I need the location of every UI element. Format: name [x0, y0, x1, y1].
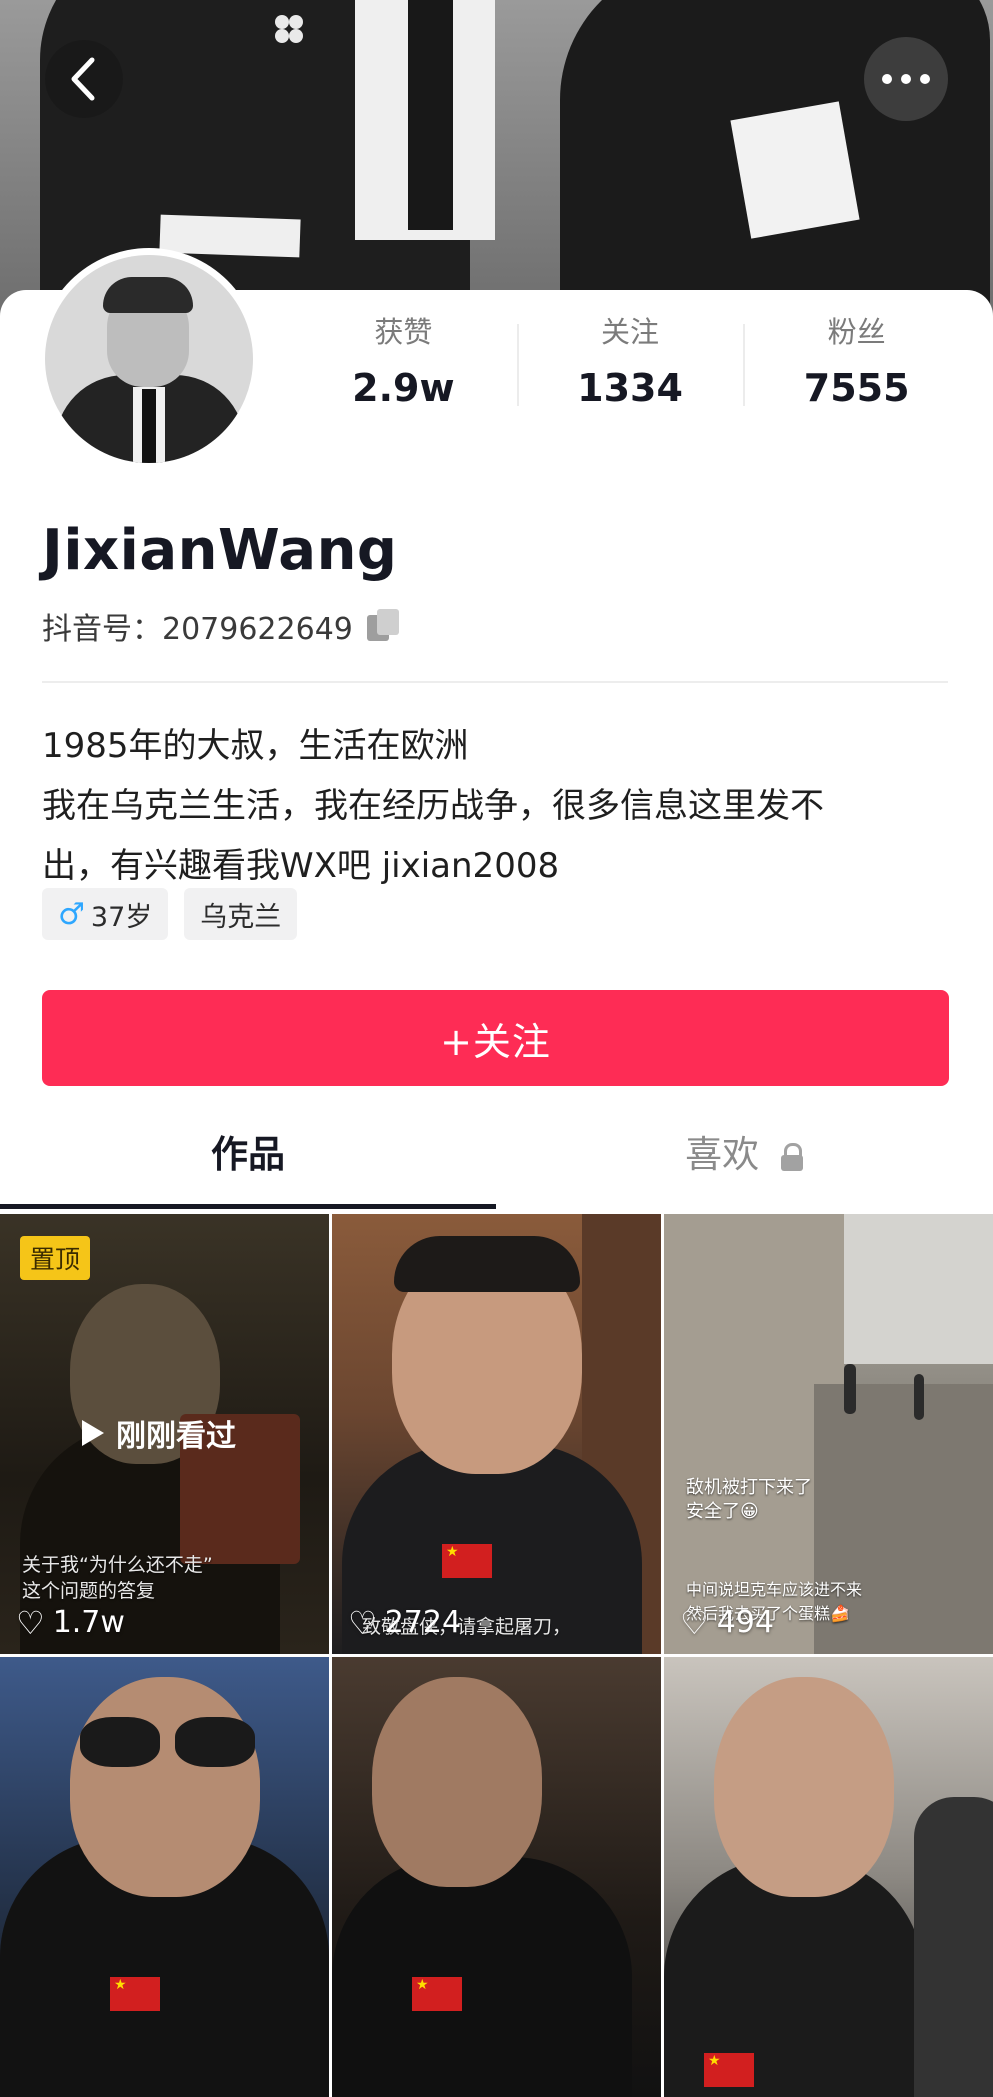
- tab-label: 作品: [211, 1133, 285, 1176]
- douyin-id-text: 抖音号：2079622649: [42, 612, 353, 647]
- like-count: ♡ 1.7w: [16, 1605, 125, 1640]
- more-dots-icon: [882, 74, 930, 84]
- stat-label: 粉丝: [827, 315, 886, 349]
- video-grid: 置顶 刚刚看过 关于我“为什么还不走” 这个问题的答复 ♡ 1.7w 致敬盘侠，…: [0, 1214, 993, 2097]
- profile-bio: 1985年的大叔，生活在欧洲 我在乌克兰生活，我在经历战争，很多信息这里发不 出…: [42, 716, 952, 896]
- copy-icon[interactable]: [366, 609, 401, 643]
- profile-stats: 获赞 2.9w 关注 1334 粉丝 7555: [290, 310, 970, 420]
- chevron-left-icon: [71, 57, 95, 101]
- age-label: 37岁: [90, 901, 153, 933]
- profile-name: JixianWang: [42, 518, 398, 583]
- douyin-id: 抖音号：2079622649: [42, 604, 401, 648]
- caption-line: 安全了😀: [686, 1501, 759, 1522]
- heart-icon: ♡: [680, 1603, 709, 1642]
- video-tile[interactable]: [0, 1657, 329, 2097]
- video-tile[interactable]: 敌机被打下来了 安全了😀 中间说坦克车应该进不来 然后我去买了个蛋糕🍰 ♡ 49…: [664, 1214, 993, 1654]
- heart-icon: ♡: [16, 1603, 45, 1642]
- tab-works[interactable]: 作品: [0, 1100, 496, 1210]
- back-button[interactable]: [45, 40, 123, 118]
- more-button[interactable]: [864, 37, 948, 121]
- location-label: 乌克兰: [200, 901, 282, 933]
- bio-line: 我在乌克兰生活，我在经历战争，很多信息这里发不: [42, 786, 824, 826]
- play-icon: [82, 1420, 104, 1446]
- caption-line: 关于我“为什么还不走”: [22, 1554, 213, 1576]
- video-caption: 敌机被打下来了 安全了😀: [686, 1476, 812, 1524]
- recent-text: 刚刚看过: [116, 1419, 236, 1454]
- bio-line: 出，有兴趣看我WX吧 jixian2008: [42, 846, 560, 886]
- avatar-image: [45, 255, 253, 463]
- stat-value: 2.9w: [352, 366, 455, 410]
- tab-indicator: [0, 1204, 496, 1209]
- pinned-badge: 置顶: [20, 1236, 91, 1280]
- video-tile[interactable]: 致敬盘侠，请拿起屠刀， ♡ 2724: [332, 1214, 661, 1654]
- content-tabs: 作品 喜欢: [0, 1100, 993, 1210]
- video-tile[interactable]: [664, 1657, 993, 2097]
- caption-line: 这个问题的答复: [22, 1580, 156, 1602]
- flag-icon: [442, 1544, 492, 1578]
- stat-value: 1334: [577, 366, 683, 410]
- tab-label: 喜欢: [685, 1133, 760, 1176]
- stat-likes[interactable]: 获赞 2.9w: [290, 310, 517, 420]
- like-count-text: 494: [716, 1605, 774, 1640]
- like-count-text: 1.7w: [52, 1605, 125, 1640]
- flag-icon: [412, 1977, 462, 2011]
- tab-likes[interactable]: 喜欢: [496, 1100, 992, 1210]
- like-count-text: 2724: [384, 1605, 462, 1640]
- profile-tags: ♂ 37岁 乌克兰: [42, 888, 298, 940]
- caption-line: 敌机被打下来了: [686, 1477, 812, 1498]
- caption-line: 中间说坦克车应该进不来: [686, 1580, 863, 1599]
- recently-watched-label: 刚刚看过: [82, 1411, 236, 1455]
- flag-icon: [704, 2053, 754, 2087]
- location-tag: 乌克兰: [184, 888, 298, 940]
- stat-value: 7555: [803, 366, 910, 410]
- flag-icon: [110, 1977, 160, 2011]
- sunglasses: [80, 1717, 160, 1767]
- video-tile[interactable]: 置顶 刚刚看过 关于我“为什么还不走” 这个问题的答复 ♡ 1.7w: [0, 1214, 329, 1654]
- stat-following[interactable]: 关注 1334: [516, 310, 744, 420]
- divider: [42, 681, 948, 683]
- bio-line: 1985年的大叔，生活在欧洲: [42, 726, 469, 766]
- like-count: ♡ 494: [680, 1605, 774, 1640]
- avatar[interactable]: [38, 248, 260, 470]
- stat-followers[interactable]: 粉丝 7555: [743, 310, 970, 420]
- male-icon: ♂: [58, 896, 85, 932]
- follow-button[interactable]: +关注: [42, 990, 949, 1086]
- lock-icon: [780, 1142, 803, 1171]
- video-caption: 关于我“为什么还不走” 这个问题的答复: [22, 1552, 213, 1604]
- lapel-pin-icon: [275, 15, 303, 43]
- like-count: ♡ 2724: [348, 1605, 461, 1640]
- gender-age-tag: ♂ 37岁: [42, 888, 169, 940]
- stat-label: 获赞: [374, 315, 433, 349]
- heart-icon: ♡: [348, 1603, 377, 1642]
- video-tile[interactable]: [332, 1657, 661, 2097]
- stat-label: 关注: [601, 315, 660, 349]
